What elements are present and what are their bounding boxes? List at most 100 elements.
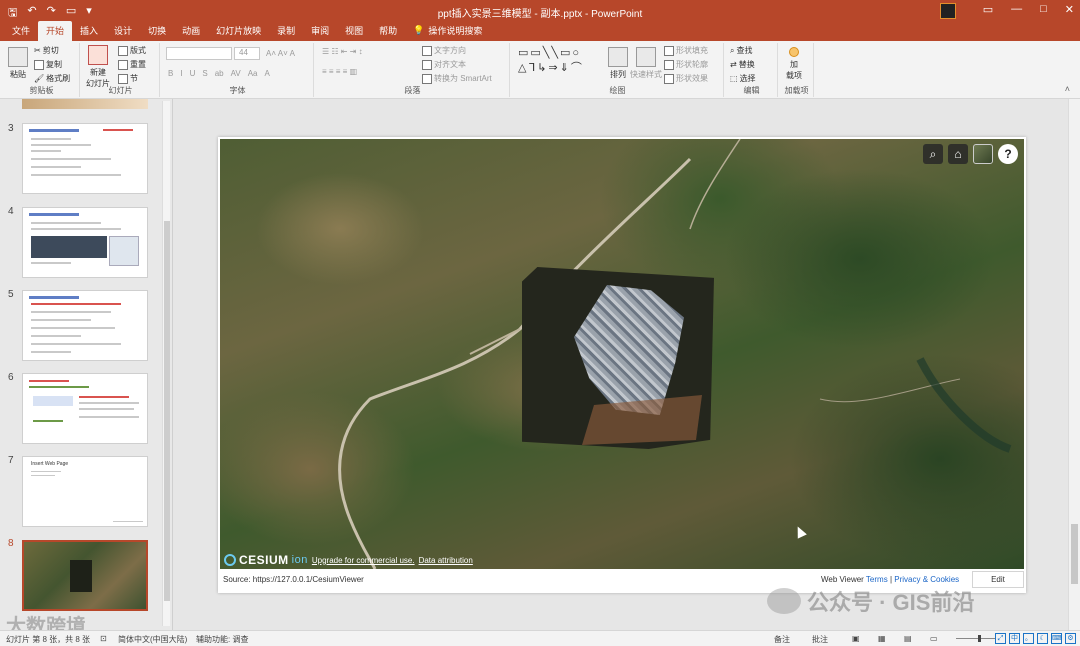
language-indicator[interactable]: 简体中文(中国大陆) <box>118 634 187 645</box>
shadow-button[interactable]: S <box>202 69 207 78</box>
format-painter-button[interactable]: 🖌 格式刷 <box>34 73 70 84</box>
ribbon-options-icon[interactable]: ▭ <box>983 3 993 16</box>
list-buttons[interactable]: ☰ ☷ ⇤ ⇥ ↕ <box>322 47 363 56</box>
cut-button[interactable]: ✂ 剪切 <box>34 45 59 56</box>
layer-picker-icon[interactable] <box>973 144 993 164</box>
addins-button[interactable]: 加 载项 <box>786 47 802 81</box>
font-name-box[interactable] <box>166 47 232 60</box>
new-slide-button[interactable]: 新建 幻灯片 <box>86 45 110 89</box>
settings-icon[interactable]: ⚙ <box>1065 633 1076 644</box>
tab-view[interactable]: 视图 <box>337 21 371 41</box>
tab-slideshow[interactable]: 幻灯片放映 <box>208 21 269 41</box>
upgrade-link[interactable]: Upgrade for commercial use. <box>312 556 415 565</box>
reading-view-icon[interactable]: ▤ <box>904 634 912 643</box>
search-icon[interactable]: ⌕ <box>923 144 943 164</box>
align-text-button[interactable]: 对齐文本 <box>422 59 466 70</box>
wechat-watermark: 公众号 · GIS前沿 <box>767 585 974 617</box>
font-size-box[interactable]: 44 <box>234 47 260 60</box>
tab-record[interactable]: 录制 <box>269 21 303 41</box>
layout-button[interactable]: 版式 <box>118 45 146 56</box>
cesium-viewer[interactable]: ⌕ ⌂ ? CESIUM ion Upgrade for commercial … <box>220 139 1024 569</box>
source-url: Source: https://127.0.0.1/CesiumViewer <box>223 575 364 584</box>
copy-button[interactable]: 复制 <box>34 59 62 70</box>
paste-button[interactable]: 粘贴 <box>8 47 28 80</box>
find-button[interactable]: ⌕ 查找 <box>730 45 752 56</box>
font-color-button[interactable]: A <box>264 69 269 78</box>
account-avatar[interactable] <box>940 3 956 19</box>
moon-icon[interactable]: ☾ <box>1037 633 1048 644</box>
bold-button[interactable]: B <box>168 69 173 78</box>
text-direction-button[interactable]: 文字方向 <box>422 45 466 56</box>
tab-help[interactable]: 帮助 <box>371 21 405 41</box>
slide-number: 4 <box>8 206 14 217</box>
slide-thumb-2-partial[interactable] <box>22 99 148 109</box>
slideshow-view-icon[interactable]: ▭ <box>930 634 938 643</box>
canvas-scroll-thumb[interactable] <box>1071 524 1078 584</box>
slide-thumb-4[interactable] <box>22 207 148 278</box>
align-buttons[interactable]: ≡ ≡ ≡ ≡ ▥ <box>322 67 357 76</box>
sorter-view-icon[interactable]: ▦ <box>878 634 886 643</box>
tab-file[interactable]: 文件 <box>4 21 38 41</box>
section-button[interactable]: 节 <box>118 73 138 84</box>
terms-link[interactable]: Terms <box>866 575 888 584</box>
thumbnails-scroll-thumb[interactable] <box>164 221 170 601</box>
replace-button[interactable]: ⇄ 替换 <box>730 59 755 70</box>
edit-button[interactable]: Edit <box>972 571 1024 588</box>
thumb-heading <box>29 129 79 132</box>
tell-me-search[interactable]: 💡 操作说明搜索 <box>405 21 490 41</box>
tab-design[interactable]: 设计 <box>106 21 140 41</box>
keyboard-icon[interactable]: ⌨ <box>1051 633 1062 644</box>
notes-button[interactable]: 备注 <box>774 634 790 645</box>
close-button[interactable]: ✕ <box>1065 3 1074 16</box>
thumb-line <box>31 311 111 313</box>
accessibility-status[interactable]: 辅助功能: 调查 <box>196 634 248 645</box>
grow-shrink-font[interactable]: A˄ A˅ A <box>266 49 295 58</box>
shape-fill-button[interactable]: 形状填充 <box>664 45 708 56</box>
shape-outline-button[interactable]: 形状轮廓 <box>664 59 708 70</box>
layout-icon <box>118 45 128 56</box>
data-attribution-link[interactable]: Data attribution <box>419 556 473 565</box>
slide-thumb-5[interactable] <box>22 290 148 361</box>
ime-icon[interactable]: 中 <box>1009 633 1020 644</box>
fit-slide-icon[interactable]: ⤢ <box>995 633 1006 644</box>
minimize-button[interactable]: — <box>1011 3 1022 16</box>
thumb-screenshot <box>31 236 107 258</box>
thumb-line <box>31 335 81 337</box>
slide-thumb-6[interactable] <box>22 373 148 444</box>
slide-thumb-7[interactable]: Insert Web Page <box>22 456 148 527</box>
tab-home[interactable]: 开始 <box>38 21 73 41</box>
normal-view-icon[interactable]: ▣ <box>852 634 860 643</box>
shape-effects-button[interactable]: 形状效果 <box>664 73 708 84</box>
punctuation-icon[interactable]: 。 <box>1023 633 1034 644</box>
cesium-ion-logo[interactable]: CESIUM ion <box>224 553 308 567</box>
reset-button[interactable]: 重置 <box>118 59 146 70</box>
spellcheck-icon[interactable]: ⊡ <box>100 634 107 643</box>
zoom-slider[interactable] <box>956 635 996 642</box>
canvas-scrollbar[interactable] <box>1068 99 1080 630</box>
comments-button[interactable]: 批注 <box>812 634 828 645</box>
italic-button[interactable]: I <box>180 69 182 78</box>
arrange-button[interactable]: 排列 <box>608 47 628 80</box>
slide-thumb-8[interactable] <box>22 540 148 611</box>
spacing-button[interactable]: AV <box>231 69 241 78</box>
slide-thumb-3[interactable] <box>22 123 148 194</box>
select-button[interactable]: ⬚ 选择 <box>730 73 756 84</box>
underline-button[interactable]: U <box>190 69 196 78</box>
thumb-line <box>31 138 71 140</box>
smartart-button[interactable]: 转换为 SmartArt <box>422 73 492 84</box>
collapse-ribbon-icon[interactable]: ˄ <box>1065 84 1070 94</box>
photogrammetry-model[interactable] <box>522 267 714 449</box>
tab-insert[interactable]: 插入 <box>72 21 106 41</box>
tab-animations[interactable]: 动画 <box>174 21 208 41</box>
quick-styles-button[interactable]: 快速样式 <box>630 47 662 80</box>
tab-transitions[interactable]: 切换 <box>140 21 174 41</box>
maximize-button[interactable]: □ <box>1040 3 1047 16</box>
thumbnails-scrollbar[interactable] <box>162 101 170 626</box>
tab-review[interactable]: 审阅 <box>303 21 337 41</box>
privacy-link[interactable]: Privacy & Cookies <box>894 575 959 584</box>
help-icon[interactable]: ? <box>998 144 1018 164</box>
strike-button[interactable]: ab <box>215 69 224 78</box>
case-button[interactable]: Aa <box>248 69 258 78</box>
shapes-gallery[interactable]: ▭▭╲╲▭○ △ᒣ↳⇒⇓⌒ <box>518 46 584 75</box>
home-icon[interactable]: ⌂ <box>948 144 968 164</box>
